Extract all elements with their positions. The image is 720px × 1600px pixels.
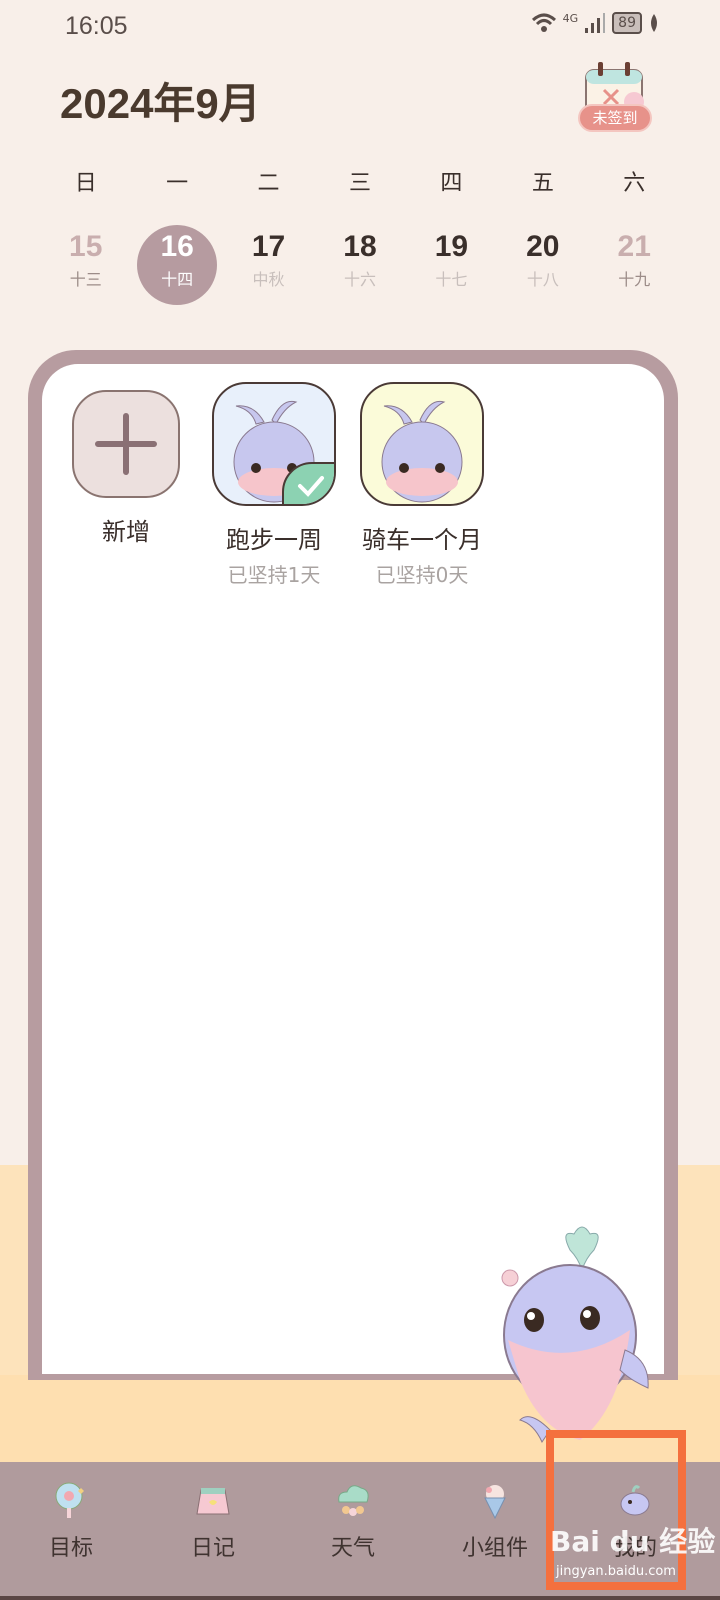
tab-goals[interactable]: 目标	[16, 1480, 126, 1562]
date-number: 19	[434, 230, 469, 263]
tab-widgets[interactable]: 小组件	[440, 1480, 550, 1562]
goal-item[interactable]: 跑步一周 已坚持1天	[204, 382, 344, 588]
week-dates: 15 十三 16 十四 17 中秋 18 十六 19 十七 20 十八 21 十九	[40, 225, 680, 305]
lunar-date: 十八	[526, 270, 559, 289]
date-cell-selected[interactable]: 16 十四	[131, 225, 222, 305]
cloud-icon	[338, 1485, 369, 1516]
checkin-button[interactable]: 未签到	[578, 60, 652, 132]
checkmark-icon	[298, 476, 324, 497]
goal-name: 骑车一个月	[362, 526, 482, 554]
whale-mascot-icon	[501, 1226, 649, 1444]
add-tile	[72, 390, 180, 498]
battery-indicator: 89	[612, 12, 642, 34]
status-bar: 16:05 4G 89	[0, 0, 720, 54]
wifi-icon	[531, 13, 556, 32]
date-cell[interactable]: 17 中秋	[223, 225, 314, 305]
weekday-label: 四	[440, 171, 463, 196]
lollipop-icon	[55, 1482, 84, 1518]
goal-tile	[212, 382, 336, 506]
status-time: 16:05	[65, 12, 128, 40]
weekday-label: 三	[348, 171, 371, 196]
goal-item[interactable]: 骑车一个月 已坚持0天	[352, 382, 492, 588]
lunar-date: 中秋	[252, 270, 285, 289]
month-title: 2024年9月	[60, 80, 261, 127]
goal-progress: 已坚持1天	[227, 563, 321, 587]
status-icons: 4G 89	[531, 12, 660, 34]
weekday-label: 二	[257, 171, 280, 196]
lunar-date: 十七	[435, 270, 468, 289]
icecream-icon	[484, 1485, 506, 1520]
tab-diary[interactable]: 日记	[158, 1480, 268, 1562]
lunar-date: 十九	[618, 270, 651, 289]
weekday-label: 五	[531, 171, 554, 196]
weekday-header: 日 一 二 三 四 五 六	[40, 165, 680, 197]
diary-icon	[196, 1488, 230, 1515]
goal-tile	[360, 382, 484, 506]
tab-label: 日记	[190, 1536, 235, 1561]
date-cell[interactable]: 20 十八	[497, 225, 588, 305]
network-type: 4G	[562, 11, 579, 25]
date-number: 15	[69, 230, 103, 263]
watermark-brand: Bai du 经验	[550, 1525, 716, 1558]
goal-name: 跑步一周	[226, 526, 322, 554]
tab-label: 目标	[48, 1536, 93, 1561]
date-cell[interactable]: 21 十九	[589, 225, 680, 305]
signal-icon	[585, 13, 606, 33]
lunar-date: 十六	[343, 270, 376, 289]
plus-icon	[95, 413, 157, 475]
add-goal-button[interactable]: 新增	[56, 390, 196, 547]
date-number: 17	[251, 230, 286, 263]
date-cell[interactable]: 15 十三	[40, 225, 131, 305]
tab-weather[interactable]: 天气	[298, 1480, 408, 1562]
tab-label: 小组件	[461, 1536, 528, 1561]
date-number: 20	[526, 230, 560, 263]
add-goal-label: 新增	[102, 518, 150, 546]
date-number: 16	[160, 230, 194, 263]
watermark-url: jingyan.baidu.com	[556, 1564, 676, 1579]
date-number: 18	[343, 230, 377, 263]
leaf-icon	[651, 14, 657, 32]
whale-avatar-icon	[381, 400, 463, 503]
checked-badge	[282, 462, 334, 504]
date-number: 21	[617, 230, 651, 263]
date-cell[interactable]: 19 十七	[406, 225, 497, 305]
weekday-label: 六	[623, 171, 646, 196]
weekday-label: 日	[74, 171, 97, 196]
tab-label: 天气	[330, 1536, 375, 1561]
date-cell[interactable]: 18 十六	[314, 225, 405, 305]
lunar-date: 十四	[161, 270, 194, 289]
weekday-label: 一	[166, 171, 189, 196]
goal-progress: 已坚持0天	[375, 563, 469, 587]
checkin-label: 未签到	[578, 104, 652, 132]
lunar-date: 十三	[69, 270, 102, 289]
